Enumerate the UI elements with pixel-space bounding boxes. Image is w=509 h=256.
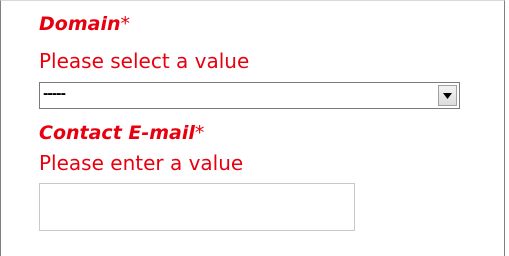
domain-label-text: Domain	[39, 13, 121, 35]
domain-select[interactable]: -----	[39, 82, 460, 109]
contact-email-error-message: Please enter a value	[39, 151, 244, 175]
contact-email-label-text: Contact E-mail	[39, 122, 195, 144]
contact-email-input[interactable]	[39, 183, 355, 231]
dropdown-button[interactable]	[438, 85, 457, 106]
chevron-down-icon	[443, 92, 452, 99]
contact-email-label: Contact E-mail*	[39, 122, 204, 144]
domain-selected-value: -----	[43, 87, 66, 102]
domain-required-mark: *	[120, 13, 130, 35]
domain-label: Domain*	[39, 13, 130, 35]
domain-error-message: Please select a value	[39, 49, 250, 73]
contact-email-required-mark: *	[194, 122, 205, 144]
form-panel: Domain* Please select a value ----- Cont…	[0, 0, 505, 256]
